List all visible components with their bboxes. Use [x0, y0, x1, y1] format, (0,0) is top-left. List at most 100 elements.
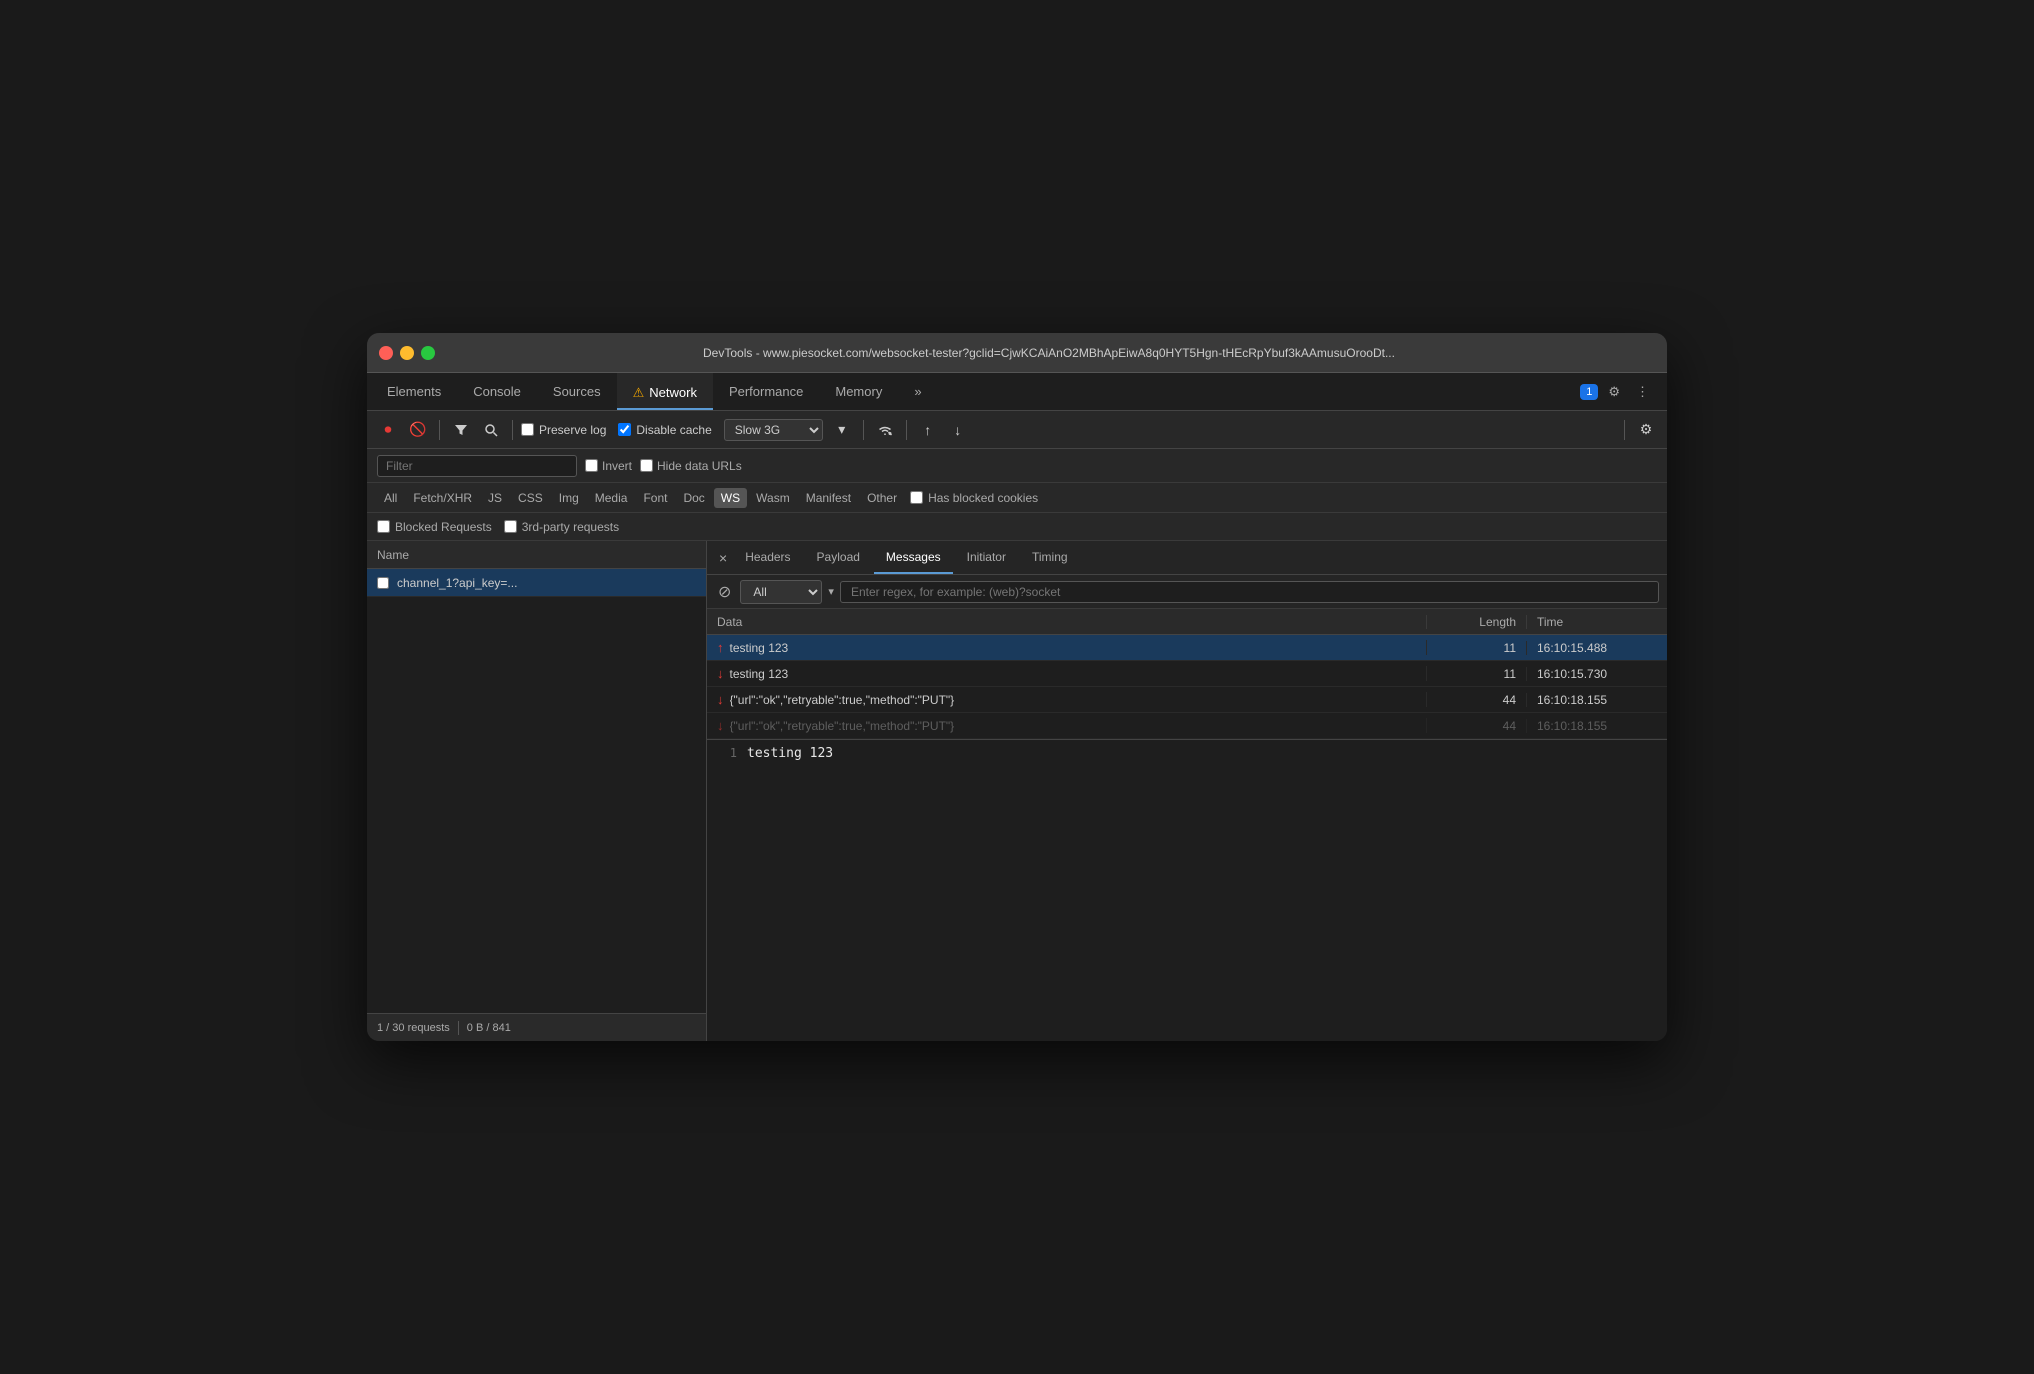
details-subtabbar: × Headers Payload Messages Initiator Tim…: [707, 541, 1667, 575]
filter-bar: Invert Hide data URLs: [367, 449, 1667, 483]
subtab-headers[interactable]: Headers: [733, 541, 802, 574]
filter-all-button[interactable]: All: [377, 488, 404, 508]
message-filter-input[interactable]: [840, 581, 1659, 603]
request-name: channel_1?api_key=...: [397, 576, 517, 590]
devtools-window: DevTools - www.piesocket.com/websocket-t…: [367, 333, 1667, 1041]
filter-wasm-button[interactable]: Wasm: [749, 488, 797, 508]
record-button[interactable]: ⏺: [375, 417, 401, 443]
message-detail: 1 testing 123: [707, 739, 1667, 767]
preserve-log-checkbox[interactable]: [521, 423, 534, 436]
upload-button[interactable]: ↑: [915, 417, 941, 443]
filter-other-button[interactable]: Other: [860, 488, 904, 508]
tab-memory-label: Memory: [835, 384, 882, 399]
third-party-label[interactable]: 3rd-party requests: [504, 520, 619, 534]
filter-input[interactable]: [377, 455, 577, 477]
third-party-checkbox[interactable]: [504, 520, 517, 533]
receive-arrow-icon: ↓: [717, 692, 724, 707]
tab-console[interactable]: Console: [457, 373, 537, 410]
filter-fetch-xhr-button[interactable]: Fetch/XHR: [406, 488, 479, 508]
toolbar-sep-1: [439, 420, 440, 440]
filter-font-button[interactable]: Font: [636, 488, 674, 508]
detail-line-number: 1: [717, 746, 737, 760]
devtools-settings-button[interactable]: ⚙: [1602, 380, 1626, 404]
close-detail-button[interactable]: ×: [715, 541, 731, 574]
notification-badge[interactable]: 1: [1580, 384, 1598, 400]
filter-button[interactable]: [448, 417, 474, 443]
devtools-more-button[interactable]: ⋮: [1630, 380, 1655, 404]
request-checkbox[interactable]: [377, 577, 389, 589]
preserve-log-label[interactable]: Preserve log: [521, 423, 606, 437]
window-title: DevTools - www.piesocket.com/websocket-t…: [463, 346, 1635, 360]
filter-doc-button[interactable]: Doc: [676, 488, 711, 508]
message-text: testing 123: [730, 641, 789, 655]
message-time: 16:10:18.155: [1527, 693, 1667, 707]
tab-network[interactable]: ⚠ Network: [617, 373, 713, 410]
filter-manifest-button[interactable]: Manifest: [799, 488, 858, 508]
message-length: 44: [1427, 719, 1527, 733]
data-column-header: Data: [707, 615, 1427, 629]
has-blocked-cookies-label[interactable]: Has blocked cookies: [910, 491, 1038, 505]
message-time: 16:10:15.488: [1527, 641, 1667, 655]
subtab-initiator[interactable]: Initiator: [955, 541, 1018, 574]
footer-separator: [458, 1021, 459, 1035]
close-button[interactable]: [379, 346, 393, 360]
dropdown-arrow-icon: ▾: [828, 585, 834, 598]
subtab-messages-label: Messages: [886, 550, 941, 564]
messages-table-header: Data Length Time: [707, 609, 1667, 635]
block-message-button[interactable]: ⊘: [715, 579, 734, 605]
tab-more[interactable]: »: [898, 373, 937, 410]
length-column-header: Length: [1427, 615, 1527, 629]
network-settings-button[interactable]: ⚙: [1633, 417, 1659, 443]
message-row[interactable]: ↓ {"url":"ok","retryable":true,"method":…: [707, 687, 1667, 713]
throttle-select[interactable]: Slow 3G No throttling Fast 3G Offline: [724, 419, 823, 441]
message-row[interactable]: ↓ testing 123 11 16:10:15.730: [707, 661, 1667, 687]
message-row[interactable]: ↓ {"url":"ok","retryable":true,"method":…: [707, 713, 1667, 739]
message-type-select[interactable]: All Send Receive: [740, 580, 822, 604]
tab-memory[interactable]: Memory: [819, 373, 898, 410]
send-arrow-icon: ↑: [717, 640, 724, 655]
subtab-payload-label: Payload: [817, 550, 860, 564]
subtab-timing[interactable]: Timing: [1020, 541, 1080, 574]
throttle-dropdown-button[interactable]: ▾: [829, 417, 855, 443]
hide-data-urls-checkbox[interactable]: [640, 459, 653, 472]
subtab-headers-label: Headers: [745, 550, 790, 564]
blocked-requests-text: Blocked Requests: [395, 520, 492, 534]
filter-media-button[interactable]: Media: [588, 488, 635, 508]
maximize-button[interactable]: [421, 346, 435, 360]
invert-checkbox[interactable]: [585, 459, 598, 472]
hide-data-urls-label[interactable]: Hide data URLs: [640, 459, 742, 473]
tab-sources[interactable]: Sources: [537, 373, 617, 410]
filter-css-button[interactable]: CSS: [511, 488, 550, 508]
message-data: ↓ testing 123: [707, 666, 1427, 681]
search-button[interactable]: [478, 417, 504, 443]
subtab-messages[interactable]: Messages: [874, 541, 953, 574]
disable-cache-text: Disable cache: [636, 423, 711, 437]
tab-sources-label: Sources: [553, 384, 601, 399]
subtab-payload[interactable]: Payload: [805, 541, 872, 574]
upload-icon: ↑: [924, 422, 931, 438]
message-text: {"url":"ok","retryable":true,"method":"P…: [730, 719, 955, 733]
clear-button[interactable]: 🚫: [405, 417, 431, 443]
tab-performance[interactable]: Performance: [713, 373, 819, 410]
invert-label[interactable]: Invert: [585, 459, 632, 473]
wifi-settings-button[interactable]: [872, 417, 898, 443]
main-tabbar: Elements Console Sources ⚠ Network Perfo…: [367, 373, 1667, 411]
minimize-button[interactable]: [400, 346, 414, 360]
request-item[interactable]: channel_1?api_key=...: [367, 569, 706, 597]
blocked-requests-checkbox[interactable]: [377, 520, 390, 533]
hide-data-urls-text: Hide data URLs: [657, 459, 742, 473]
filter-img-button[interactable]: Img: [552, 488, 586, 508]
message-time: 16:10:18.155: [1527, 719, 1667, 733]
download-button[interactable]: ↓: [945, 417, 971, 443]
filter-row2: Blocked Requests 3rd-party requests: [367, 513, 1667, 541]
warning-icon: ⚠: [633, 385, 645, 401]
disable-cache-checkbox[interactable]: [618, 423, 631, 436]
blocked-requests-label[interactable]: Blocked Requests: [377, 520, 492, 534]
filter-ws-button[interactable]: WS: [714, 488, 747, 508]
message-row[interactable]: ↑ testing 123 11 16:10:15.488: [707, 635, 1667, 661]
has-blocked-cookies-checkbox[interactable]: [910, 491, 923, 504]
message-data: ↓ {"url":"ok","retryable":true,"method":…: [707, 692, 1427, 707]
tab-elements[interactable]: Elements: [371, 373, 457, 410]
disable-cache-label[interactable]: Disable cache: [618, 423, 711, 437]
filter-js-button[interactable]: JS: [481, 488, 509, 508]
